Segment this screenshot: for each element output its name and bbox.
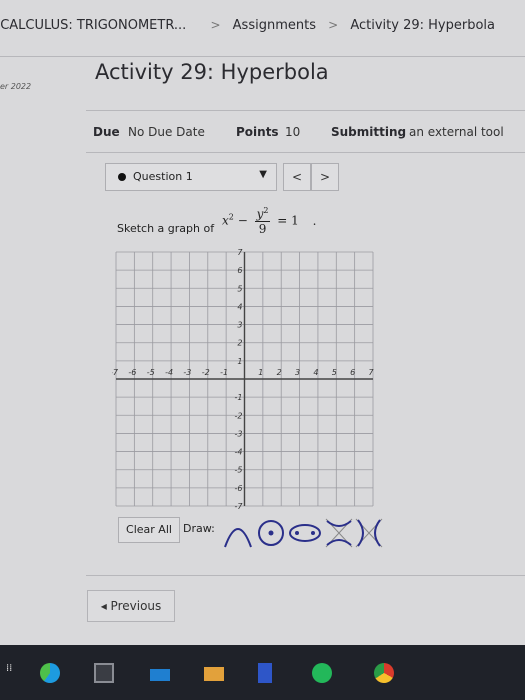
eq-x-term: x — [222, 213, 229, 228]
circle-tool-icon[interactable] — [258, 520, 284, 546]
due-value: No Due Date — [128, 125, 205, 139]
x-tick-label: -3 — [183, 368, 191, 377]
y-tick-label: 5 — [237, 284, 242, 293]
edge-icon[interactable] — [40, 663, 60, 683]
points-label: Points — [236, 125, 279, 139]
word-icon[interactable] — [258, 663, 272, 683]
y-tick-label: -3 — [235, 429, 243, 438]
hyperbola-horizontal-tool-icon[interactable] — [355, 518, 383, 548]
equation: x2 − y2 9 = 1 . — [222, 206, 316, 236]
ellipse-tool-icon[interactable] — [289, 524, 321, 542]
question-prompt: Sketch a graph of — [117, 222, 215, 235]
meta-divider — [86, 152, 525, 153]
y-tick-label: 6 — [237, 266, 242, 275]
x-tick-label: 5 — [332, 368, 337, 377]
x-tick-label: 3 — [295, 368, 300, 377]
chrome-icon[interactable] — [374, 663, 394, 683]
graph-canvas[interactable]: -7 -6 -5 -4 -3 -2 -1 1 2 3 4 5 6 7 7 6 5 4 3 2 1 -1 -2 -3 -4 -5 -6… — [110, 248, 377, 511]
files-icon[interactable] — [150, 669, 170, 681]
y-tick-label: -7 — [235, 502, 244, 510]
term-label: er 2022 — [0, 82, 32, 91]
eq-equals: = 1 — [277, 213, 299, 228]
y-tick-label: 7 — [237, 248, 243, 257]
x-tick-label: -7 — [112, 368, 119, 377]
eq-period: . — [312, 213, 317, 228]
y-tick-label: -1 — [235, 393, 243, 402]
graph-grid[interactable]: -7 -6 -5 -4 -3 -2 -1 1 2 3 4 5 6 7 7 6 5 4 3 2 1 -1 -2 -3 -4 -5 -6… — [110, 248, 377, 511]
eq-denominator: 9 — [258, 222, 267, 236]
x-tick-label: -2 — [202, 368, 210, 377]
x-tick-label: -4 — [165, 368, 173, 377]
eq-num-exp: 2 — [263, 206, 269, 215]
hyperbola-vertical-tool-icon[interactable] — [325, 518, 353, 548]
question-selector[interactable]: Question 1 ▼ — [105, 163, 277, 191]
y-tick-label: 1 — [237, 357, 242, 366]
x-tick-label: -6 — [128, 368, 136, 377]
breadcrumb-course[interactable]: ECALCULUS: TRIGONOMETR... — [0, 18, 186, 33]
eq-x-exp: 2 — [228, 212, 234, 222]
x-tick-label: 4 — [313, 368, 318, 377]
chevron-down-icon: ▼ — [259, 169, 267, 180]
due-label: Due — [93, 125, 120, 139]
y-tick-label: -6 — [235, 484, 243, 493]
header-divider — [0, 56, 525, 57]
breadcrumb-current: Activity 29: Hyperbola — [350, 18, 495, 33]
submitting-label: Submitting — [331, 125, 407, 139]
eq-fraction: y2 9 — [254, 206, 271, 236]
question-selector-label: Question 1 — [133, 170, 193, 183]
clear-all-button[interactable]: Clear All — [118, 517, 180, 543]
submitting-value: an external tool — [409, 125, 504, 139]
page-title: Activity 29: Hyperbola — [95, 60, 329, 84]
taskbar: ⁞⁞ — [0, 645, 525, 700]
status-dot-icon — [118, 173, 126, 181]
x-tick-label: 6 — [350, 368, 355, 377]
draw-toolbar — [221, 515, 386, 551]
x-tick-label: 1 — [258, 368, 263, 377]
draw-label: Draw: — [183, 522, 215, 535]
y-tick-label: 2 — [237, 339, 242, 348]
breadcrumb-separator: > — [328, 18, 339, 32]
x-tick-label: 7 — [368, 368, 374, 377]
mail-icon[interactable] — [204, 667, 224, 681]
eq-numerator: y2 — [254, 206, 271, 222]
y-tick-label: 4 — [237, 302, 242, 311]
calculator-icon[interactable] — [94, 663, 114, 683]
y-tick-label: -4 — [235, 448, 243, 457]
breadcrumb-separator: > — [210, 18, 221, 32]
chevron-right-icon: > — [319, 170, 331, 184]
footer-divider — [86, 575, 525, 576]
prev-question-button[interactable]: < — [283, 163, 311, 191]
y-tick-label: -2 — [235, 411, 243, 420]
y-tick-label: -5 — [235, 466, 243, 475]
x-tick-label: -5 — [147, 368, 155, 377]
breadcrumb-assignments[interactable]: Assignments — [233, 18, 316, 33]
eq-minus: − — [237, 213, 248, 228]
y-tick-label: 3 — [237, 321, 242, 330]
chevron-left-icon: < — [291, 170, 303, 184]
title-divider — [86, 110, 525, 111]
previous-button[interactable]: ◂ Previous — [87, 590, 175, 622]
windows-icon[interactable]: ⁞⁞ — [6, 663, 16, 683]
x-tick-label: -1 — [220, 368, 228, 377]
x-tick-label: 2 — [277, 368, 282, 377]
spotify-icon[interactable] — [312, 663, 332, 683]
next-question-button[interactable]: > — [311, 163, 339, 191]
points-value: 10 — [285, 125, 301, 139]
breadcrumb: ECALCULUS: TRIGONOMETR... > Assignments … — [0, 18, 495, 33]
parabola-tool-icon[interactable] — [224, 528, 252, 548]
